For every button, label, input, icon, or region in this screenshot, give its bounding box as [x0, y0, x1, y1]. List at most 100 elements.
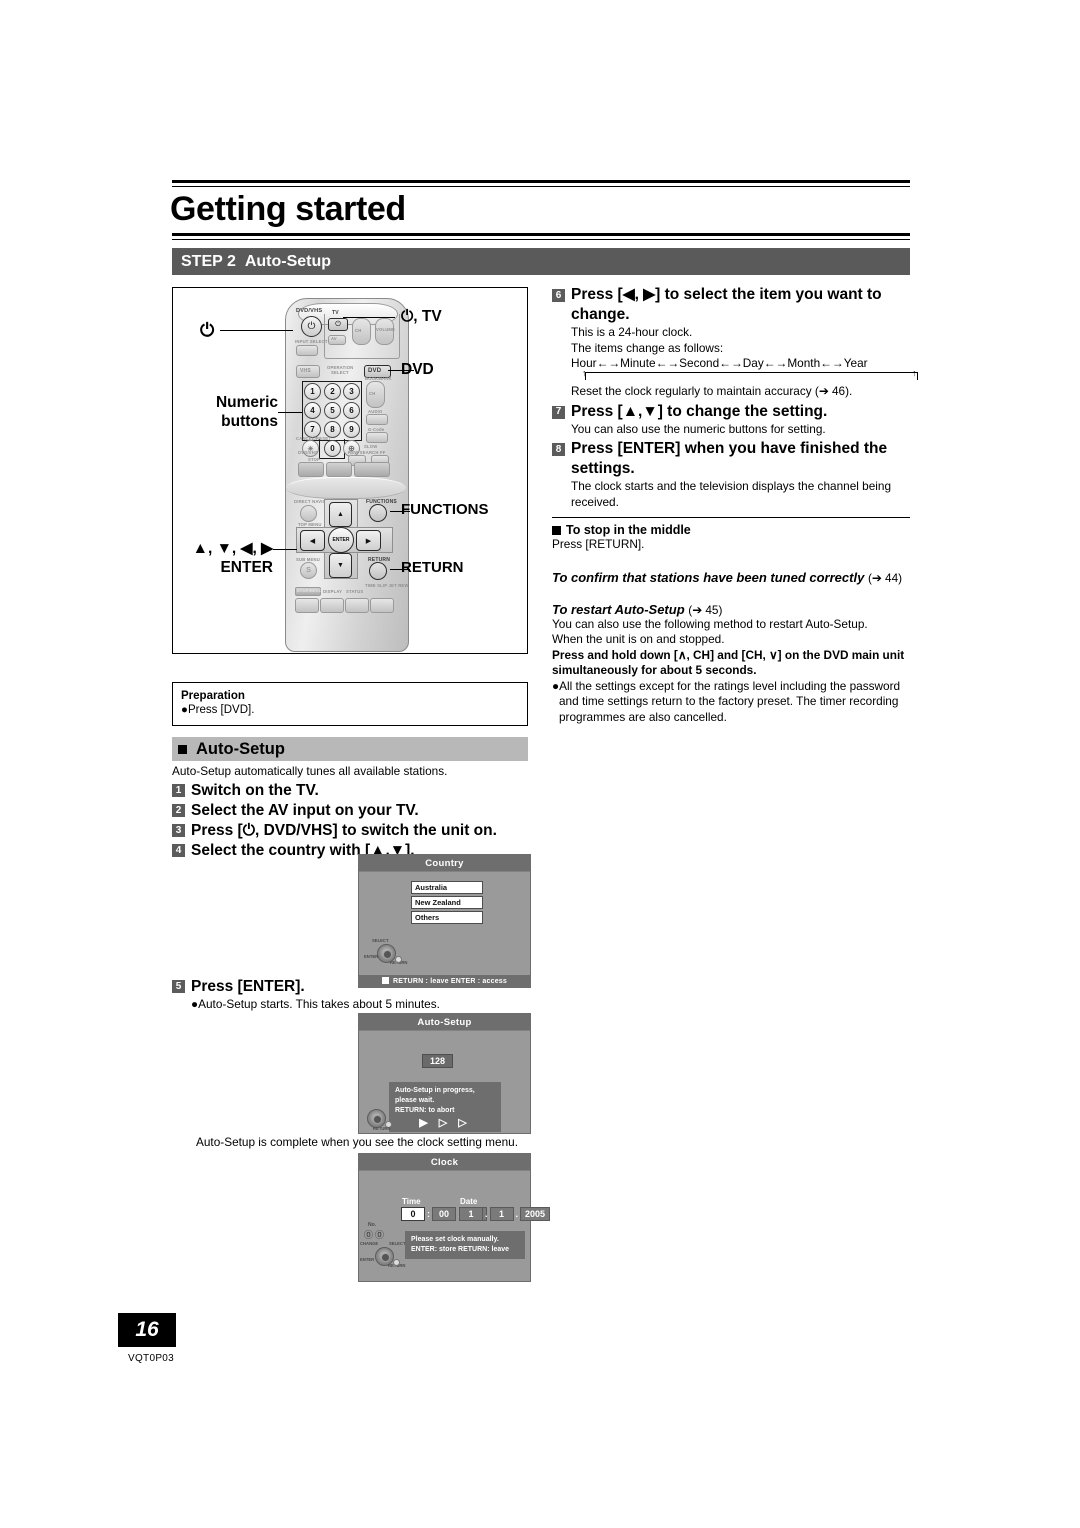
right-step-6-line3: Reset the clock regularly to maintain ac… — [571, 384, 853, 398]
remote-stop-button[interactable] — [298, 462, 324, 477]
auto-setup-channel-number: 128 — [422, 1054, 454, 1068]
clock-year-field[interactable]: 2005 — [520, 1207, 551, 1221]
right-step-6-line1: This is a 24-hour clock. — [571, 325, 693, 339]
remote-number-1[interactable]: 1 — [304, 383, 321, 400]
remote-number-0[interactable]: 0 — [324, 440, 341, 457]
remote-label-time-slip: TIME SLIP JET REW — [365, 583, 409, 588]
remote-label-dvd-button: DVD — [368, 368, 382, 374]
step-badge-5: 5 — [172, 980, 185, 993]
remote-power-button[interactable]: ⏻ — [301, 316, 322, 337]
item-cycle-text: Hour←→Minute←→Second←→Day←→Month←→Year — [571, 356, 868, 370]
clock-month-field[interactable]: 1 — [489, 1207, 514, 1221]
remote-number-5[interactable]: 5 — [324, 402, 341, 419]
remote-label-ch-2: CH — [369, 391, 376, 396]
remote-label-status: STATUS — [346, 589, 364, 594]
callout-power-tv: ⏻, TV — [401, 308, 442, 325]
dpad-enter-button[interactable]: ENTER — [328, 527, 354, 553]
dpad-left-button[interactable]: ◀ — [300, 530, 325, 551]
right-column: 6 Press [◀, ▶] to select the item you wa… — [552, 285, 918, 725]
remote-gcode-button[interactable] — [366, 432, 388, 443]
header-rule-mid — [172, 233, 910, 240]
clock-message-box: Please set clock manually. ENTER: store … — [405, 1231, 525, 1259]
clock-enter-label: ENTER — [360, 1257, 375, 1262]
remote-control-figure: DVD/VHS ⏻ INPUT SELECT TV ⏻ AV CH VOLUME… — [172, 287, 528, 654]
dpad-up-button[interactable]: ▲ — [329, 502, 352, 527]
remote-label-slow: SLOW — [364, 444, 378, 449]
remote-number-9[interactable]: 9 — [343, 421, 360, 438]
remote-return-button[interactable] — [369, 562, 387, 580]
item-cycle-arrow-left: ↑ — [582, 368, 587, 378]
step-item-1: 1 Switch on the TV. — [172, 781, 534, 800]
right-step-7-title: Press [▲,▼] to change the setting. — [571, 402, 828, 420]
callout-cursor-enter: ▲, ▼, ◀, ▶ ENTER — [169, 539, 273, 577]
remote-audio-button[interactable] — [366, 414, 388, 425]
step-item-2: 2 Select the AV input on your TV. — [172, 801, 534, 820]
item-cycle-loop-line — [585, 372, 918, 380]
remote-play-button[interactable] — [354, 462, 390, 477]
remote-number-4[interactable]: 4 — [304, 402, 321, 419]
leader-cursor — [273, 549, 297, 551]
auto-setup-complete-note: Auto-Setup is complete when you see the … — [196, 1135, 518, 1149]
remote-direct-navigator-button[interactable] — [300, 505, 317, 522]
screen-country-body: Australia New Zealand Others SELECT ENTE… — [359, 872, 530, 975]
remote-bottom-button-2[interactable] — [320, 598, 344, 613]
clock-change-label: CHANGE — [360, 1241, 379, 1246]
clock-time-label: Time — [402, 1197, 421, 1206]
clock-hour-field[interactable]: 0 — [401, 1207, 425, 1221]
restart-heading: To restart Auto-Setup — [552, 601, 685, 617]
remote-label-operation-select-2: SELECT — [331, 370, 349, 375]
right-step-7-body: You can also use the numeric buttons for… — [571, 422, 910, 438]
step-header-bar: STEP 2 Auto-Setup — [172, 248, 910, 275]
remote-tv-power-button[interactable]: ⏻ — [328, 318, 348, 331]
remote-functions-button[interactable] — [369, 504, 387, 522]
callout-return: RETURN — [401, 559, 464, 576]
clock-number-indicator: ⓪⓪ — [364, 1230, 387, 1240]
auto-setup-steps: 1 Switch on the TV. 2 Select the AV inpu… — [172, 781, 534, 861]
country-option-others[interactable]: Others — [411, 911, 483, 924]
right-step-7-badge: 7 — [552, 405, 565, 419]
right-step-6-line2: The items change as follows: — [571, 340, 724, 355]
clock-minute-field[interactable]: 00 — [432, 1207, 456, 1221]
remote-number-3[interactable]: 3 — [343, 383, 360, 400]
screen-auto-setup-body: 128 Auto-Setup in progress, please wait.… — [359, 1031, 530, 1133]
remote-number-2[interactable]: 2 — [324, 383, 341, 400]
country-options-list: Australia New Zealand Others — [411, 881, 483, 926]
callout-power-icon: ⏻ — [200, 320, 215, 340]
screen-clock-body: Time Date 0 : 00 : 00 1 . 1 . 2005 No. ⓪… — [359, 1171, 551, 1281]
step-badge-1: 1 — [172, 784, 185, 797]
remote-sub-menu-button[interactable]: S — [300, 562, 317, 579]
remote-bottom-button-1[interactable] — [295, 598, 319, 613]
remote-number-6[interactable]: 6 — [343, 402, 360, 419]
right-step-8-body: The clock starts and the television disp… — [571, 479, 910, 510]
remote-label-dvd-vhs: DVD/VHS — [296, 308, 323, 314]
auto-setup-intro: Auto-Setup automatically tunes all avail… — [172, 764, 448, 778]
right-step-6-badge: 6 — [552, 289, 565, 302]
step-text-1: Switch on the TV. — [191, 782, 319, 799]
screen-clock: Clock Time Date 0 : 00 : 00 1 . 1 . 2005… — [358, 1153, 551, 1282]
remote-input-select-button[interactable] — [296, 345, 318, 356]
auto-setup-heading: Auto-Setup — [196, 739, 285, 758]
dpad-down-button[interactable]: ▼ — [329, 553, 352, 578]
step-text-5: Press [ENTER]. — [191, 978, 305, 995]
clock-sep-1: : — [427, 1209, 430, 1219]
screen-auto-setup-progress: Auto-Setup 128 Auto-Setup in progress, p… — [358, 1013, 531, 1134]
step-badge-3: 3 — [172, 824, 185, 837]
country-option-australia[interactable]: Australia — [411, 881, 483, 894]
auto-setup-step5: 5 Press [ENTER]. ●Auto-Setup starts. Thi… — [172, 977, 534, 1012]
callout-cursor-keys: ▲, ▼, ◀, ▶ — [192, 540, 273, 557]
dpad-right-button[interactable]: ▶ — [356, 530, 381, 551]
preparation-title: Preparation — [181, 690, 245, 702]
clock-message-line1: Please set clock manually. — [411, 1236, 499, 1243]
right-step-6-body: This is a 24-hour clock. The items chang… — [571, 325, 918, 400]
stop-middle-square-icon — [552, 525, 561, 535]
remote-bottom-button-3[interactable] — [345, 598, 369, 613]
callout-functions: FUNCTIONS — [401, 501, 489, 518]
remote-label-volume: VOLUME — [376, 327, 396, 332]
remote-bottom-button-4[interactable] — [370, 598, 394, 613]
remote-pause-button[interactable] — [326, 462, 352, 477]
clock-day-field[interactable]: 1 — [459, 1207, 483, 1221]
country-option-new-zealand[interactable]: New Zealand — [411, 896, 483, 909]
callout-dvd: DVD — [401, 361, 434, 378]
restart-ref: (➔ 45) — [688, 602, 723, 617]
clock-date-label: Date — [460, 1197, 478, 1206]
